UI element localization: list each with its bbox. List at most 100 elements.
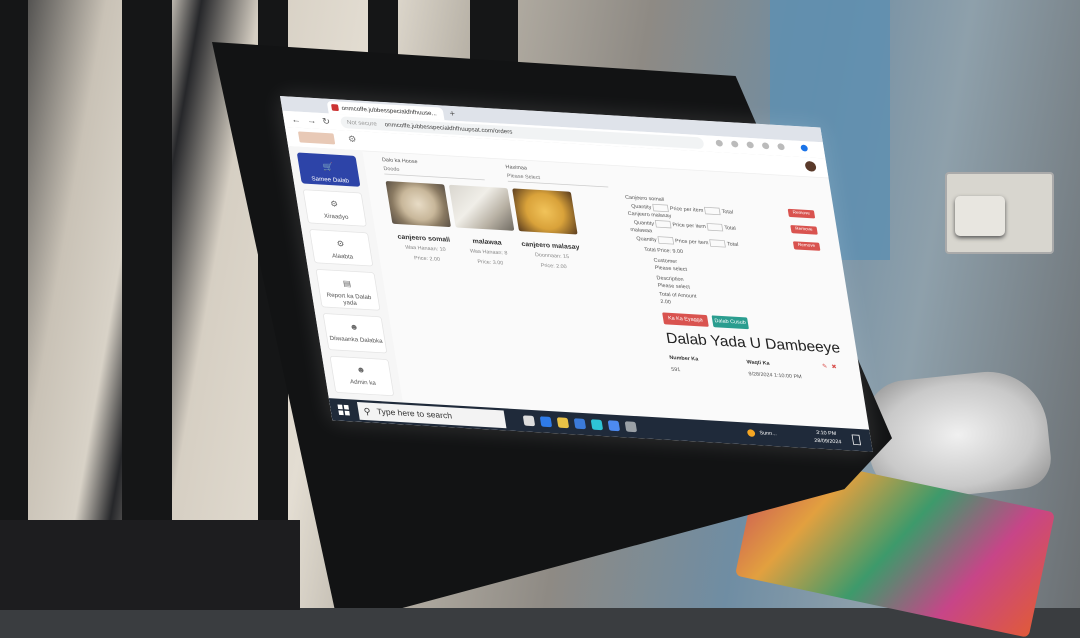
price-input[interactable] <box>704 206 721 216</box>
product-stock: Doonnaan: 15 <box>534 252 570 260</box>
extension-icon[interactable] <box>777 143 786 151</box>
product-image <box>512 188 578 235</box>
order-line-detail: Quantity Price per item Total <box>636 235 739 248</box>
cancel-order-button[interactable]: Ka Ka Eyagga Dalab <box>662 312 709 334</box>
desk-surface <box>0 520 300 610</box>
wall-slat <box>0 0 28 608</box>
product-card[interactable]: malawaa Waa Hanaan: 8 Price: 3.00 <box>447 184 522 269</box>
delete-icon[interactable]: ✖ <box>831 363 837 370</box>
edge-icon[interactable] <box>539 416 553 428</box>
wall-slat <box>122 0 172 608</box>
sidebar-item-label: Diiwaanka Dalabka <box>329 334 383 345</box>
product-name: malawaa <box>471 237 503 247</box>
gear-icon: ⚙ <box>336 239 346 249</box>
clock-date[interactable]: 28/09/2024 <box>814 438 842 445</box>
sidebar-item-alaabta[interactable]: ⚙ Alaabta <box>309 229 374 267</box>
extension-icon[interactable] <box>746 141 755 149</box>
app-icon[interactable] <box>590 419 604 431</box>
cart-icon: 🛒 <box>322 162 335 173</box>
extension-icon[interactable] <box>761 142 770 150</box>
remove-button[interactable]: Remove <box>787 208 816 219</box>
total-label: Total <box>724 225 737 232</box>
sidebar-item-xiraadyo[interactable]: ⚙ Xiraadyo <box>302 189 367 227</box>
favicon-icon <box>331 104 340 112</box>
total-label: Total <box>726 241 739 248</box>
extension-icon[interactable] <box>715 139 724 147</box>
customer-select[interactable]: Please select <box>655 265 688 272</box>
product-price: Price: 3.00 <box>477 259 504 267</box>
app-icon[interactable] <box>624 421 638 433</box>
order-panel: Canjeero somali Quantity Price per item To… <box>624 194 841 380</box>
remove-button[interactable]: Remove <box>790 225 818 235</box>
app-logo <box>297 131 336 145</box>
back-arrow-icon[interactable]: ← <box>291 114 302 125</box>
task-view-icon[interactable] <box>522 415 536 427</box>
product-stock: Waa Hanaan: 10 <box>404 244 447 253</box>
product-price: Price: 2.00 <box>540 263 568 270</box>
product-card[interactable]: canjeero somali Waa Hanaan: 10 Price: 2.… <box>384 180 459 265</box>
sidebar-item-label: Report ka Dalab yada <box>326 291 372 307</box>
customer-label: Customer <box>653 257 678 265</box>
category-select[interactable]: Doodo <box>382 164 485 181</box>
sidebar-item-label: Admin ka <box>349 378 377 387</box>
chrome-icon[interactable] <box>607 420 621 432</box>
gear-icon: ⚙ <box>329 199 339 209</box>
sidebar-item-label: Samee Dalab <box>310 175 350 185</box>
monitor-screen: onmcoffe.jubbesspecialdhfhuuse... + ← → … <box>280 96 873 452</box>
settings-gear-icon[interactable]: ⚙ <box>347 134 357 145</box>
product-card[interactable]: canjeero malasay Doonnaan: 15 Price: 2.0… <box>511 188 586 272</box>
price-input[interactable] <box>709 239 727 248</box>
weather-icon[interactable] <box>746 429 756 437</box>
reload-icon[interactable]: ↻ <box>321 116 330 127</box>
product-stock: Waa Hanaan: 8 <box>469 248 508 257</box>
quantity-input[interactable] <box>657 236 675 245</box>
type-filter-label: Haximaa <box>505 164 528 172</box>
amount-value: 2.00 <box>660 299 672 305</box>
price-label: Price per item <box>674 238 709 246</box>
store-icon[interactable] <box>573 418 587 430</box>
sidebar-item-label: Xiraadyo <box>323 212 349 221</box>
remove-button[interactable]: Remove <box>792 241 821 251</box>
forward-arrow-icon[interactable]: → <box>306 115 317 126</box>
description-label: Description <box>656 275 685 283</box>
extension-icon[interactable] <box>730 140 739 148</box>
quantity-label: Quantity <box>630 203 652 211</box>
product-price: Price: 2.00 <box>413 255 441 263</box>
description-select[interactable]: Please select <box>657 283 690 290</box>
report-icon: ▤ <box>342 279 352 289</box>
user-icon: ☻ <box>348 322 360 333</box>
order-line-name: malawaa <box>630 227 653 234</box>
clock-time[interactable]: 3:10 PM <box>816 430 837 436</box>
avatar[interactable] <box>804 160 817 172</box>
quantity-input[interactable] <box>652 203 669 213</box>
column-header-time: Waqti Ka <box>746 359 770 367</box>
product-image <box>448 184 515 231</box>
sidebar-item-diiwaanka[interactable]: ☻ Diiwaanka Dalabka <box>322 313 388 354</box>
user-icon: ☻ <box>355 365 367 375</box>
sidebar-item-report[interactable]: ▤ Report ka Dalab yada <box>315 268 381 311</box>
sidebar-item-admin[interactable]: ☻ Admin ka <box>329 355 395 397</box>
windows-start-icon[interactable] <box>337 404 350 416</box>
total-label: Total <box>721 209 734 216</box>
new-order-button[interactable]: Dalab Cusub <box>711 315 749 330</box>
quantity-label: Quantity <box>636 236 658 243</box>
product-image <box>385 180 452 228</box>
edit-icon[interactable]: ✎ <box>822 363 828 370</box>
search-icon: ⚲ <box>362 406 372 417</box>
price-input[interactable] <box>706 223 724 232</box>
file-explorer-icon[interactable] <box>556 417 570 429</box>
order-line-name: Canjeero somali <box>624 194 665 203</box>
weather-text[interactable]: Sunn... <box>759 431 777 437</box>
price-label: Price per item <box>672 222 707 230</box>
new-tab-button[interactable]: + <box>449 108 456 119</box>
amount-label: Total of Amount <box>658 291 697 300</box>
sidebar-item-samee-dalab[interactable]: 🛒 Samee Dalab <box>296 152 361 187</box>
type-select[interactable]: Please Select <box>506 171 609 188</box>
product-name: canjeero malasay <box>520 239 580 251</box>
notification-icon[interactable] <box>851 434 861 446</box>
quantity-input[interactable] <box>654 220 672 229</box>
price-label: Price per item <box>669 206 704 214</box>
summary-total: Total Price: 9.00 <box>643 247 684 255</box>
profile-icon[interactable] <box>800 144 809 152</box>
recent-orders-heading: Dalab Yada U Dambeeye <box>664 330 842 357</box>
